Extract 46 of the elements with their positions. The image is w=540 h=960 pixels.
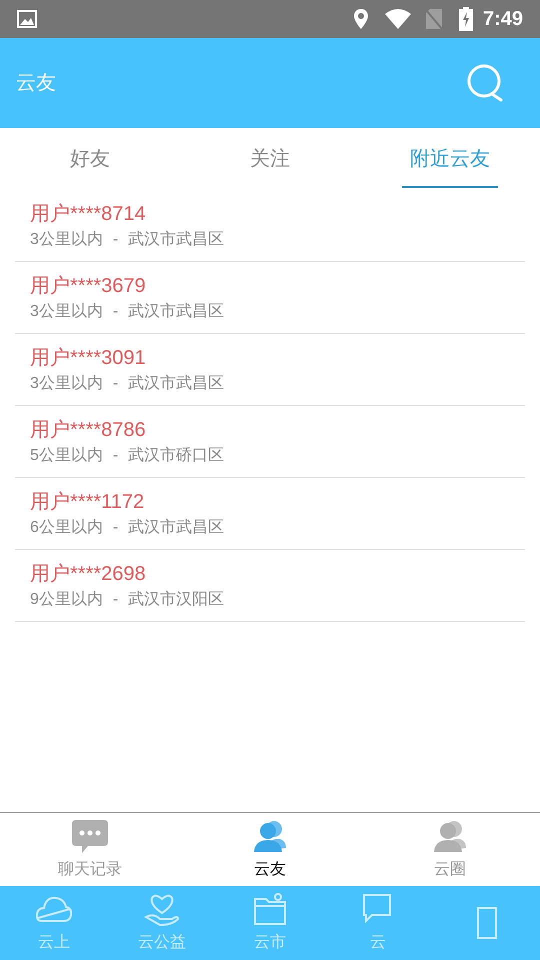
area-text: 武汉市武昌区 [128, 518, 224, 538]
folder-icon [252, 891, 288, 927]
user-row[interactable]: 用户****8714 3公里以内 - 武汉市武昌区 [15, 190, 525, 262]
distance-text: 5公里以内 [30, 446, 103, 466]
location-icon [352, 8, 369, 30]
user-name: 用户****8786 [30, 418, 146, 442]
area-text: 武汉市汉阳区 [128, 590, 224, 610]
separator-text: - [112, 374, 118, 394]
separator-text: - [112, 446, 118, 466]
user-row[interactable]: 用户****8786 5公里以内 - 武汉市硚口区 [15, 406, 525, 478]
user-row[interactable]: 用户****2698 9公里以内 - 武汉市汉阳区 [15, 550, 525, 622]
chat-bubble-icon [72, 818, 108, 854]
area-text: 武汉市武昌区 [128, 302, 224, 322]
separator-text: - [112, 302, 118, 322]
user-row[interactable]: 用户****3091 3公里以内 - 武汉市武昌区 [15, 334, 525, 406]
image-icon [17, 10, 37, 28]
distance-text: 3公里以内 [30, 302, 103, 322]
user-name: 用户****8714 [30, 202, 146, 226]
battery-charging-icon [458, 7, 473, 31]
user-name: 用户****3091 [30, 346, 146, 370]
tab[interactable]: 好友 [0, 128, 180, 190]
distance-text: 3公里以内 [30, 230, 103, 250]
area-text: 武汉市武昌区 [128, 230, 224, 250]
status-time: 7:49 [482, 7, 523, 32]
separator-text: - [112, 518, 118, 538]
nav-tab[interactable]: 聊天记录 [0, 813, 180, 886]
separator-text: - [112, 590, 118, 610]
user-row[interactable]: 用户****1172 6公里以内 - 武汉市武昌区 [15, 478, 525, 550]
user-name: 用户****1172 [30, 490, 144, 514]
distance-text: 3公里以内 [30, 374, 103, 394]
tab[interactable]: 关注 [180, 128, 360, 190]
distance-text: 9公里以内 [30, 590, 103, 610]
nav-tab[interactable]: 云友 [180, 813, 360, 886]
wifi-icon [384, 9, 411, 29]
tab[interactable]: 附近云友 [360, 128, 540, 190]
distance-text: 6公里以内 [30, 518, 103, 538]
header-title: 云友 [16, 71, 56, 96]
user-name: 用户****3679 [30, 274, 146, 298]
nav-tab[interactable]: 云圈 [360, 813, 540, 886]
user-name: 用户****2698 [30, 562, 146, 586]
user-row[interactable]: 用户****3679 3公里以内 - 武汉市武昌区 [15, 262, 525, 334]
area-text: 武汉市武昌区 [128, 374, 224, 394]
no-sim-icon [424, 8, 443, 30]
area-text: 武汉市硚口区 [128, 446, 224, 466]
separator-text: - [112, 230, 118, 250]
search-icon [467, 64, 505, 102]
